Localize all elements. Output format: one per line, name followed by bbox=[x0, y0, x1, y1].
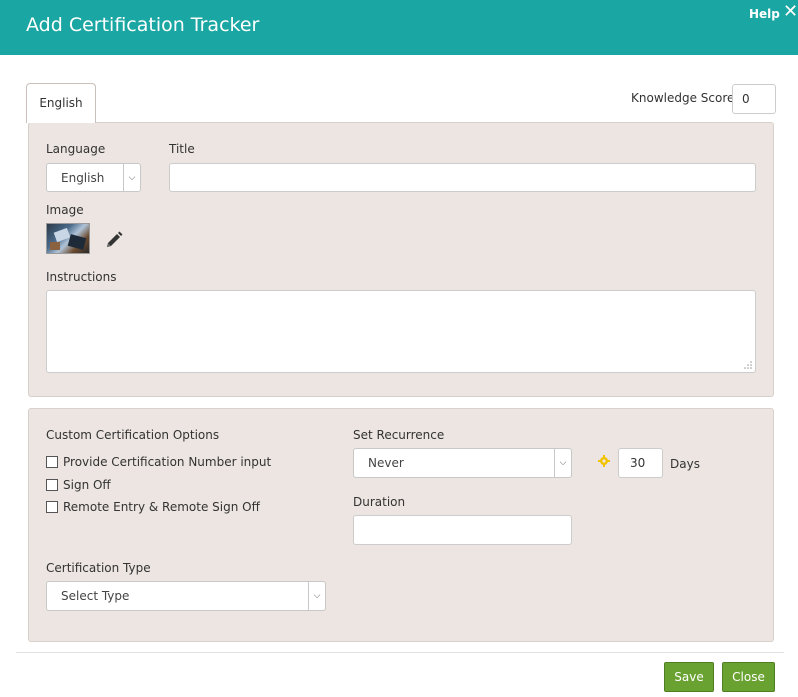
chevron-down-icon: ⌵ bbox=[554, 449, 571, 477]
language-select[interactable]: English ⌵ bbox=[46, 163, 141, 192]
duration-input[interactable] bbox=[353, 515, 572, 545]
chevron-down-icon: ⌵ bbox=[308, 582, 325, 610]
certification-type-value: Select Type bbox=[61, 589, 130, 603]
checkbox-box[interactable] bbox=[46, 500, 58, 513]
title-label: Title bbox=[169, 142, 195, 156]
checkbox-remote-entry-sign-off[interactable]: Remote Entry & Remote Sign Off bbox=[46, 500, 260, 514]
close-button[interactable]: Close bbox=[722, 662, 775, 692]
modal-header: Add Certification Tracker Help ✕ bbox=[0, 0, 798, 55]
pencil-icon[interactable] bbox=[104, 230, 124, 250]
duration-label: Duration bbox=[353, 495, 406, 509]
chevron-down-icon: ⌵ bbox=[123, 164, 140, 191]
checkbox-label: Sign Off bbox=[63, 478, 111, 492]
language-label: Language bbox=[46, 142, 106, 156]
knowledge-score-input[interactable] bbox=[732, 84, 776, 114]
checkbox-label: Remote Entry & Remote Sign Off bbox=[63, 500, 260, 514]
checkbox-label: Provide Certification Number input bbox=[63, 455, 272, 469]
days-label: Days bbox=[670, 457, 700, 471]
footer-divider bbox=[16, 652, 784, 653]
recurrence-label: Set Recurrence bbox=[353, 428, 445, 442]
help-link[interactable]: Help bbox=[749, 7, 780, 21]
image-label: Image bbox=[46, 203, 84, 217]
recurrence-days-input[interactable]: 30 bbox=[618, 448, 663, 478]
gear-icon bbox=[598, 455, 610, 467]
language-select-value: English bbox=[61, 171, 105, 185]
checkbox-box[interactable] bbox=[46, 478, 58, 491]
certification-type-label: Certification Type bbox=[46, 561, 151, 575]
checkbox-provide-certification-number[interactable]: Provide Certification Number input bbox=[46, 455, 271, 469]
save-button[interactable]: Save bbox=[664, 662, 714, 692]
custom-options-label: Custom Certification Options bbox=[46, 428, 220, 442]
certification-type-select[interactable]: Select Type ⌵ bbox=[46, 581, 326, 611]
resize-grip-icon[interactable] bbox=[744, 361, 752, 369]
close-icon[interactable]: ✕ bbox=[783, 2, 798, 22]
modal-title: Add Certification Tracker bbox=[26, 14, 260, 36]
certification-image-thumbnail[interactable] bbox=[46, 223, 90, 254]
recurrence-select[interactable]: Never ⌵ bbox=[353, 448, 572, 478]
recurrence-value: Never bbox=[368, 456, 404, 470]
instructions-label: Instructions bbox=[46, 270, 117, 284]
checkbox-box[interactable] bbox=[46, 455, 58, 468]
knowledge-score-label: Knowledge Score bbox=[631, 91, 735, 105]
tab-english[interactable]: English bbox=[26, 83, 96, 123]
instructions-textarea[interactable] bbox=[46, 290, 756, 373]
checkbox-sign-off[interactable]: Sign Off bbox=[46, 478, 111, 492]
title-input[interactable] bbox=[169, 163, 756, 192]
